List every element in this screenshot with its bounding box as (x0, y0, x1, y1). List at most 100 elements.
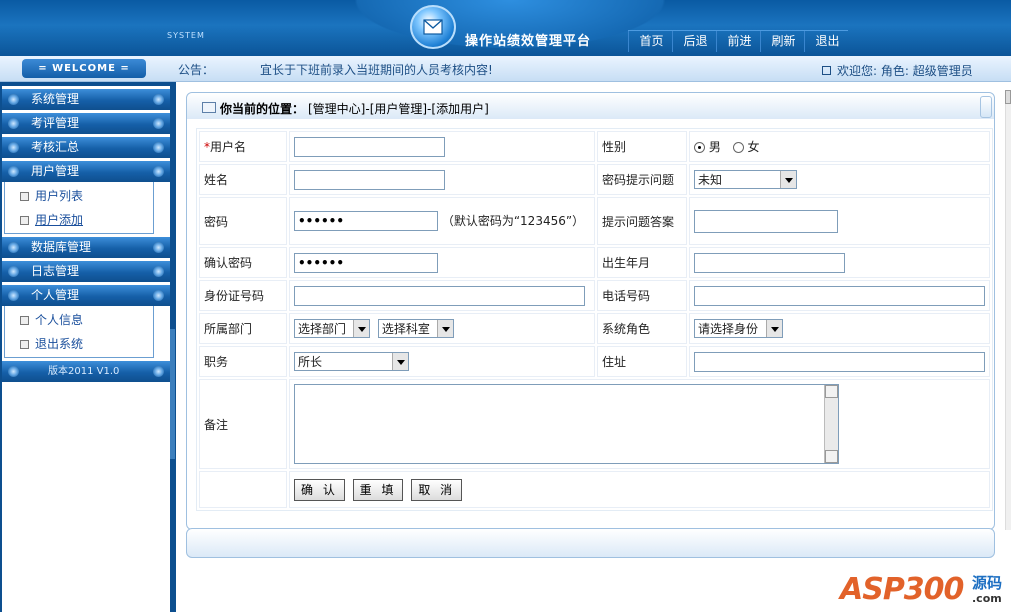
system-label: SYSTEM (167, 31, 205, 40)
sidebar-item-label: 用户列表 (35, 189, 84, 203)
sidebar-item-label: 退出系统 (35, 337, 84, 351)
sidebar-item-exit-system[interactable]: 退出系统 (20, 335, 83, 352)
chevron-down-icon (392, 353, 408, 370)
scroll-down-arrow-icon[interactable] (825, 450, 838, 463)
hint-question-select[interactable]: 未知 (694, 170, 797, 189)
sidebar-item-label: 个人信息 (35, 313, 84, 327)
confirm-button[interactable]: 确 认 (294, 478, 345, 501)
actions-label-cell (199, 471, 287, 508)
nav-forward-link[interactable]: 前进 (716, 31, 760, 52)
confirm-password-label: 确认密码 (199, 247, 287, 278)
system-role-select[interactable]: 请选择身份 (694, 319, 783, 338)
password-label: 密码 (199, 197, 287, 245)
user-info-text: 欢迎您: 角色: 超级管理员 (837, 64, 973, 78)
menu-label: 用户管理 (31, 164, 80, 178)
top-nav: 首页 后退 前进 刷新 退出 (628, 30, 848, 52)
scroll-up-button[interactable] (1005, 90, 1011, 104)
personal-management-submenu: 个人信息 退出系统 (4, 306, 154, 358)
user-info: 欢迎您: 角色: 超级管理员 (822, 62, 973, 79)
department-select[interactable]: 选择部门 (294, 319, 370, 338)
page-icon (20, 216, 29, 225)
notice-label: 公告： (178, 63, 215, 77)
chevron-down-icon (436, 320, 453, 337)
remark-scrollbar[interactable] (824, 385, 838, 463)
sidebar-menu: 系统管理 考评管理 考核汇总 用户管理 用户列表 用户添加 数据库管理 日志管理… (2, 86, 170, 612)
birth-date-input[interactable] (694, 252, 845, 273)
menu-evaluation-management[interactable]: 考评管理 (2, 113, 170, 134)
scroll-up-arrow-icon[interactable] (825, 385, 838, 398)
menu-label: 考核汇总 (31, 140, 80, 154)
section-value: 选择科室 (381, 322, 430, 336)
menu-assessment-summary[interactable]: 考核汇总 (2, 137, 170, 158)
remark-field (294, 384, 839, 464)
gender-female-radio[interactable] (732, 142, 744, 153)
chevron-down-icon (780, 171, 796, 188)
sidebar: 系统管理 考评管理 考核汇总 用户管理 用户列表 用户添加 数据库管理 日志管理… (0, 82, 176, 612)
bullet-icon (8, 242, 19, 253)
menu-system-management[interactable]: 系统管理 (2, 89, 170, 110)
name-input[interactable] (294, 169, 445, 190)
bullet-icon (153, 266, 164, 277)
nav-back-link[interactable]: 后退 (672, 31, 716, 52)
page-icon (20, 192, 29, 201)
page-icon (20, 340, 29, 349)
menu-log-management[interactable]: 日志管理 (2, 261, 170, 282)
notice-bar: = WELCOME = 公告： 宜长于下班前录入当班期间的人员考核内容! 欢迎您… (0, 56, 1011, 82)
bullet-icon (153, 142, 164, 153)
gender-female-label: 女 (747, 140, 760, 154)
chevron-down-icon (766, 320, 782, 337)
section-select[interactable]: 选择科室 (377, 319, 454, 338)
menu-personal-management[interactable]: 个人管理 (2, 285, 170, 306)
gender-male-radio[interactable] (694, 142, 705, 153)
user-management-submenu: 用户列表 用户添加 (4, 182, 154, 234)
menu-database-management[interactable]: 数据库管理 (2, 237, 170, 258)
bullet-icon (153, 118, 164, 129)
position-select[interactable]: 所长 (294, 352, 409, 371)
app-title: 操作站绩效管理平台 (465, 34, 592, 49)
user-card-icon (822, 66, 831, 75)
bullet-icon (153, 242, 164, 253)
username-label-text: 用户名 (210, 140, 247, 154)
username-input[interactable] (294, 136, 445, 157)
sidebar-item-user-add[interactable]: 用户添加 (20, 211, 83, 228)
birth-date-label: 出生年月 (597, 247, 687, 278)
menu-label: 考评管理 (31, 116, 80, 130)
phone-input[interactable] (694, 285, 985, 306)
system-role-value: 请选择身份 (698, 322, 759, 336)
bullet-icon (153, 290, 164, 301)
menu-label: 日志管理 (31, 264, 80, 278)
sidebar-item-personal-info[interactable]: 个人信息 (20, 311, 83, 328)
nav-refresh-link[interactable]: 刷新 (760, 31, 804, 52)
envelope-logo-icon (410, 5, 456, 49)
sidebar-splitter-handle[interactable] (170, 329, 175, 459)
remark-label: 备注 (199, 379, 287, 469)
watermark-cn: 源码 (972, 574, 1003, 592)
phone-label: 电话号码 (597, 280, 687, 311)
bullet-icon (8, 166, 19, 177)
asp300-watermark-logo: ASP300 源码 .com (838, 558, 1011, 612)
hint-answer-input[interactable] (694, 209, 838, 233)
password-input[interactable] (294, 211, 438, 231)
welcome-badge: = WELCOME = (22, 59, 146, 78)
menu-user-management[interactable]: 用户管理 (2, 161, 170, 182)
hint-question-value: 未知 (698, 173, 723, 187)
bullet-icon (153, 94, 164, 105)
bullet-icon (8, 142, 19, 153)
remark-textarea[interactable] (294, 384, 839, 464)
content-footer-panel (186, 528, 995, 558)
nav-home-link[interactable]: 首页 (628, 31, 672, 52)
bullet-icon (8, 290, 19, 301)
sidebar-item-label: 用户添加 (35, 213, 84, 227)
nav-logout-link[interactable]: 退出 (804, 31, 848, 52)
address-input[interactable] (694, 351, 985, 372)
reset-button[interactable]: 重 填 (352, 478, 404, 501)
id-card-input[interactable] (294, 285, 585, 306)
menu-label: 数据库管理 (31, 240, 92, 254)
add-user-form: *用户名 性别 男 女 姓名 密码提示问题 未知 密码 （默认密码为“12345… (196, 128, 993, 511)
page-scrollbar[interactable] (1005, 90, 1011, 530)
app-header: SYSTEM 操作站绩效管理平台 首页 后退 前进 刷新 退出 (0, 0, 1011, 56)
sidebar-item-user-list[interactable]: 用户列表 (20, 187, 83, 204)
cancel-button[interactable]: 取 消 (411, 478, 463, 501)
confirm-password-input[interactable] (294, 252, 438, 273)
gender-label: 性别 (597, 131, 687, 162)
